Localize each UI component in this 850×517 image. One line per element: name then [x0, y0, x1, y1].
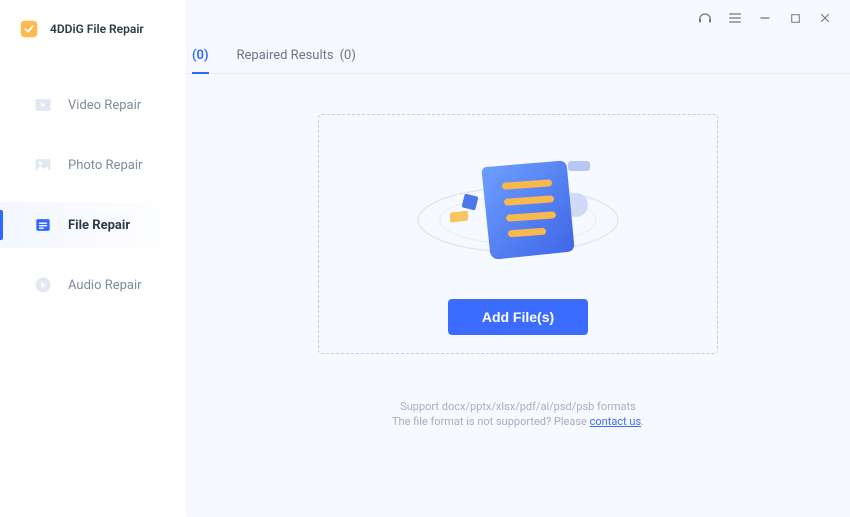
video-icon [32, 94, 54, 116]
sidebar-item-audio-repair[interactable]: Audio Repair [0, 262, 186, 308]
audio-icon [32, 274, 54, 296]
app-logo-icon [18, 18, 40, 40]
sidebar-item-label: Audio Repair [68, 278, 142, 293]
tabs: (0) Repaired Results (0) [186, 36, 850, 74]
app-title: 4DDiG File Repair [50, 22, 144, 36]
support-text: Support docx/pptx/xlsx/pdf/ai/psd/psb fo… [392, 400, 644, 428]
sidebar: 4DDiG File Repair Video Repair Photo Rep… [0, 0, 186, 517]
add-files-button[interactable]: Add File(s) [448, 299, 588, 335]
sidebar-item-photo-repair[interactable]: Photo Repair [0, 142, 186, 188]
dropzone[interactable]: Add File(s) [318, 114, 718, 354]
content-area: Add File(s) Support docx/pptx/xlsx/pdf/a… [186, 74, 850, 517]
minimize-button[interactable] [754, 7, 776, 29]
sidebar-item-file-repair[interactable]: File Repair [0, 202, 186, 248]
contact-us-link[interactable]: contact us [590, 415, 642, 428]
tab-unrepaired[interactable]: (0) [192, 40, 209, 73]
support-formats: Support docx/pptx/xlsx/pdf/ai/psd/psb fo… [392, 400, 644, 413]
sidebar-item-video-repair[interactable]: Video Repair [0, 82, 186, 128]
photo-icon [32, 154, 54, 176]
support-contact-line: The file format is not supported? Please… [392, 415, 644, 428]
support-icon[interactable] [694, 7, 716, 29]
maximize-button[interactable] [784, 7, 806, 29]
main-panel: (0) Repaired Results (0) [186, 0, 850, 517]
menu-icon[interactable] [724, 7, 746, 29]
close-button[interactable] [814, 7, 836, 29]
file-icon [32, 214, 54, 236]
tab-count: (0) [192, 48, 209, 63]
titlebar [186, 0, 850, 36]
sidebar-item-label: Video Repair [68, 98, 141, 113]
tab-repaired-results[interactable]: Repaired Results (0) [237, 40, 356, 73]
brand: 4DDiG File Repair [0, 18, 186, 64]
sidebar-item-label: Photo Repair [68, 158, 142, 173]
nav: Video Repair Photo Repair File Repair Au… [0, 82, 186, 308]
tab-count: (0) [340, 48, 356, 63]
tab-label: Repaired Results [237, 48, 334, 63]
sidebar-item-label: File Repair [68, 218, 130, 233]
file-illustration-icon [408, 125, 628, 285]
